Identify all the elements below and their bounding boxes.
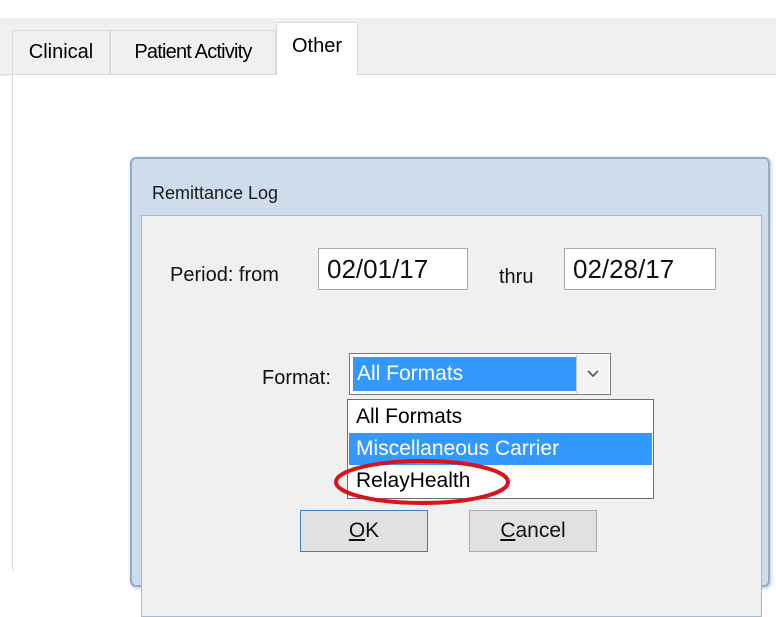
thru-date-field[interactable] — [564, 248, 716, 290]
ok-label-rest: K — [365, 519, 380, 542]
format-select[interactable]: All Formats — [349, 353, 611, 395]
cancel-button[interactable]: Cancel — [469, 510, 597, 552]
cancel-label-rest: ancel — [515, 519, 566, 542]
format-selected-value: All Formats — [353, 357, 577, 391]
cancel-mnemonic: C — [500, 519, 516, 542]
tab-clinical[interactable]: Clinical — [12, 30, 110, 74]
dialog-title: Remittance Log — [152, 183, 279, 203]
tab-bar: Clinical Patient Activity Other — [0, 18, 776, 76]
ok-mnemonic: O — [348, 519, 366, 542]
format-option-relayhealth[interactable]: RelayHealth — [349, 465, 652, 497]
ok-button[interactable]: OK — [300, 510, 428, 552]
format-option-miscellaneous-carrier[interactable]: Miscellaneous Carrier — [349, 433, 652, 465]
format-dropdown-list: All Formats Miscellaneous Carrier RelayH… — [347, 399, 654, 499]
period-from-label: Period: from — [170, 264, 279, 286]
chevron-down-icon — [587, 370, 599, 378]
tab-patient-activity[interactable]: Patient Activity — [110, 30, 276, 74]
thru-label: thru — [499, 266, 534, 288]
tab-other[interactable]: Other — [276, 22, 358, 75]
dropdown-arrow-button[interactable] — [576, 355, 609, 393]
format-label: Format: — [262, 367, 331, 389]
from-date-field[interactable] — [318, 248, 468, 290]
top-strip — [0, 0, 776, 18]
format-option-all-formats[interactable]: All Formats — [349, 401, 652, 433]
